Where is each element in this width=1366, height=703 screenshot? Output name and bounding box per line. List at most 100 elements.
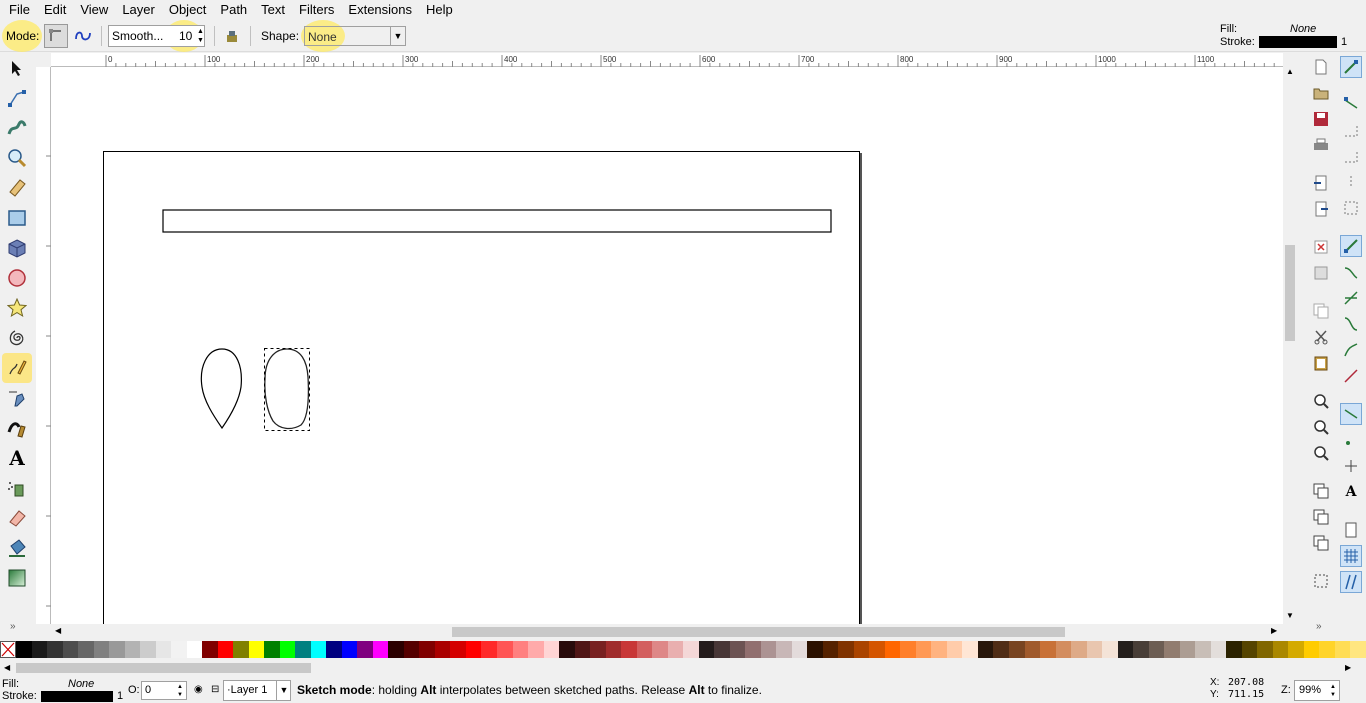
vertical-ruler[interactable] xyxy=(36,65,51,624)
node-tool[interactable] xyxy=(4,85,30,111)
color-swatch[interactable] xyxy=(993,641,1009,658)
paste-button[interactable] xyxy=(1312,354,1330,372)
color-swatch[interactable] xyxy=(838,641,854,658)
print-button[interactable] xyxy=(1312,136,1330,154)
color-swatch[interactable] xyxy=(590,641,606,658)
scroll-left-icon[interactable]: ◀ xyxy=(4,663,10,672)
fill-value[interactable]: None xyxy=(1290,23,1316,35)
color-swatch[interactable] xyxy=(621,641,637,658)
clone-button[interactable] xyxy=(1312,508,1330,526)
color-swatch[interactable] xyxy=(512,641,529,658)
snap-bbox-toggle[interactable] xyxy=(1340,93,1362,115)
color-swatch[interactable] xyxy=(186,641,203,658)
color-swatch[interactable] xyxy=(264,641,280,658)
color-swatch[interactable] xyxy=(171,641,187,658)
scroll-thumb[interactable] xyxy=(1285,245,1295,341)
opacity-spinbox[interactable]: 0 ▲ ▼ xyxy=(141,681,187,700)
color-swatch[interactable] xyxy=(760,641,777,658)
cut-button[interactable] xyxy=(1312,328,1330,346)
menu-object[interactable]: Object xyxy=(162,0,214,20)
color-swatch[interactable] xyxy=(388,641,404,658)
snap-bbox-edges-toggle[interactable] xyxy=(1340,119,1362,141)
color-swatch[interactable] xyxy=(729,641,746,658)
color-swatch[interactable] xyxy=(652,641,668,658)
snap-center-toggle[interactable] xyxy=(1340,197,1362,219)
color-swatch[interactable] xyxy=(946,641,963,658)
horizontal-ruler[interactable]: 0 100 200 300 400 500 600 700 800 900 1000 1100 xyxy=(51,53,1283,67)
color-swatch[interactable] xyxy=(869,641,885,658)
color-swatch[interactable] xyxy=(698,641,715,658)
snap-line-mid-toggle[interactable] xyxy=(1340,365,1362,387)
color-swatch[interactable] xyxy=(574,641,591,658)
color-swatch[interactable] xyxy=(900,641,916,658)
ellipse-tool[interactable] xyxy=(4,265,30,291)
status-fill-value[interactable]: None xyxy=(68,678,94,690)
scroll-left-icon[interactable]: ◀ xyxy=(55,626,61,635)
zoom-tool[interactable] xyxy=(4,145,30,171)
color-swatch[interactable] xyxy=(1334,641,1351,658)
text-tool[interactable]: A xyxy=(4,445,30,471)
eye-icon[interactable]: ◉ xyxy=(194,684,203,695)
no-paint-swatch[interactable] xyxy=(0,641,16,658)
color-swatch[interactable] xyxy=(776,641,792,658)
snap-cusp-toggle[interactable] xyxy=(1340,313,1362,335)
spin-arrows-icon[interactable]: ▲ ▼ xyxy=(177,683,183,699)
opacity-value[interactable]: 0 xyxy=(145,684,151,696)
color-swatch[interactable] xyxy=(683,641,699,658)
color-swatch[interactable] xyxy=(310,641,327,658)
color-swatch[interactable] xyxy=(853,641,870,658)
spin-arrows-icon[interactable]: ▲ ▼ xyxy=(197,27,204,45)
color-swatch[interactable] xyxy=(636,641,653,658)
paint-bucket-tool[interactable] xyxy=(4,535,30,561)
color-swatch[interactable] xyxy=(1117,641,1134,658)
pen-tool[interactable] xyxy=(4,385,30,411)
menu-edit[interactable]: Edit xyxy=(37,0,73,20)
select-same-button[interactable] xyxy=(1312,572,1330,590)
zoom-spinbox[interactable]: 99% ▲ ▼ xyxy=(1294,680,1340,701)
color-swatch[interactable] xyxy=(528,641,544,658)
color-swatch[interactable] xyxy=(1133,641,1149,658)
snap-midpoints-toggle[interactable] xyxy=(1340,171,1362,193)
color-swatch[interactable] xyxy=(47,641,63,658)
rectangle-tool[interactable] xyxy=(4,205,30,231)
color-swatch[interactable] xyxy=(465,641,482,658)
color-swatch[interactable] xyxy=(78,641,94,658)
scroll-right-icon[interactable]: ▶ xyxy=(1271,626,1277,635)
duplicate-button[interactable] xyxy=(1312,482,1330,500)
color-swatch[interactable] xyxy=(822,641,839,658)
scroll-up-icon[interactable]: ▲ xyxy=(1286,67,1294,76)
color-swatch[interactable] xyxy=(326,641,342,658)
commands-overflow-icon[interactable]: » xyxy=(1316,621,1322,632)
snap-text-baseline-toggle[interactable]: A xyxy=(1340,481,1362,503)
color-swatch[interactable] xyxy=(1257,641,1273,658)
toolbox-overflow-icon[interactable]: » xyxy=(10,621,16,632)
open-button[interactable] xyxy=(1312,84,1330,102)
color-swatch[interactable] xyxy=(807,641,823,658)
zoom-value[interactable]: 99% xyxy=(1299,684,1321,696)
calligraphy-tool[interactable] xyxy=(4,415,30,441)
3d-box-tool[interactable] xyxy=(4,235,30,261)
import-button[interactable] xyxy=(1312,174,1330,192)
menu-path[interactable]: Path xyxy=(213,0,254,20)
color-swatch[interactable] xyxy=(745,641,761,658)
color-swatch[interactable] xyxy=(233,641,249,658)
mode-spiro-button[interactable] xyxy=(72,24,94,48)
rectangle-shape[interactable] xyxy=(162,209,832,233)
color-swatch[interactable] xyxy=(915,641,932,658)
new-document-button[interactable] xyxy=(1312,58,1330,76)
star-tool[interactable] xyxy=(4,295,30,321)
color-swatch[interactable] xyxy=(1164,641,1180,658)
color-swatch[interactable] xyxy=(884,641,901,658)
status-stroke-swatch[interactable] xyxy=(41,691,113,702)
undo-button[interactable] xyxy=(1312,238,1330,256)
chevron-down-icon[interactable]: ▼ xyxy=(390,27,405,45)
lock-icon[interactable]: ⊟ xyxy=(211,684,219,695)
color-swatch[interactable] xyxy=(341,641,358,658)
color-swatch[interactable] xyxy=(419,641,435,658)
color-swatch[interactable] xyxy=(31,641,48,658)
color-swatch[interactable] xyxy=(450,641,466,658)
selector-tool[interactable] xyxy=(4,55,30,81)
color-swatch[interactable] xyxy=(357,641,373,658)
pencil-tool[interactable] xyxy=(2,353,32,383)
snap-bbox-corners-toggle[interactable] xyxy=(1340,145,1362,167)
